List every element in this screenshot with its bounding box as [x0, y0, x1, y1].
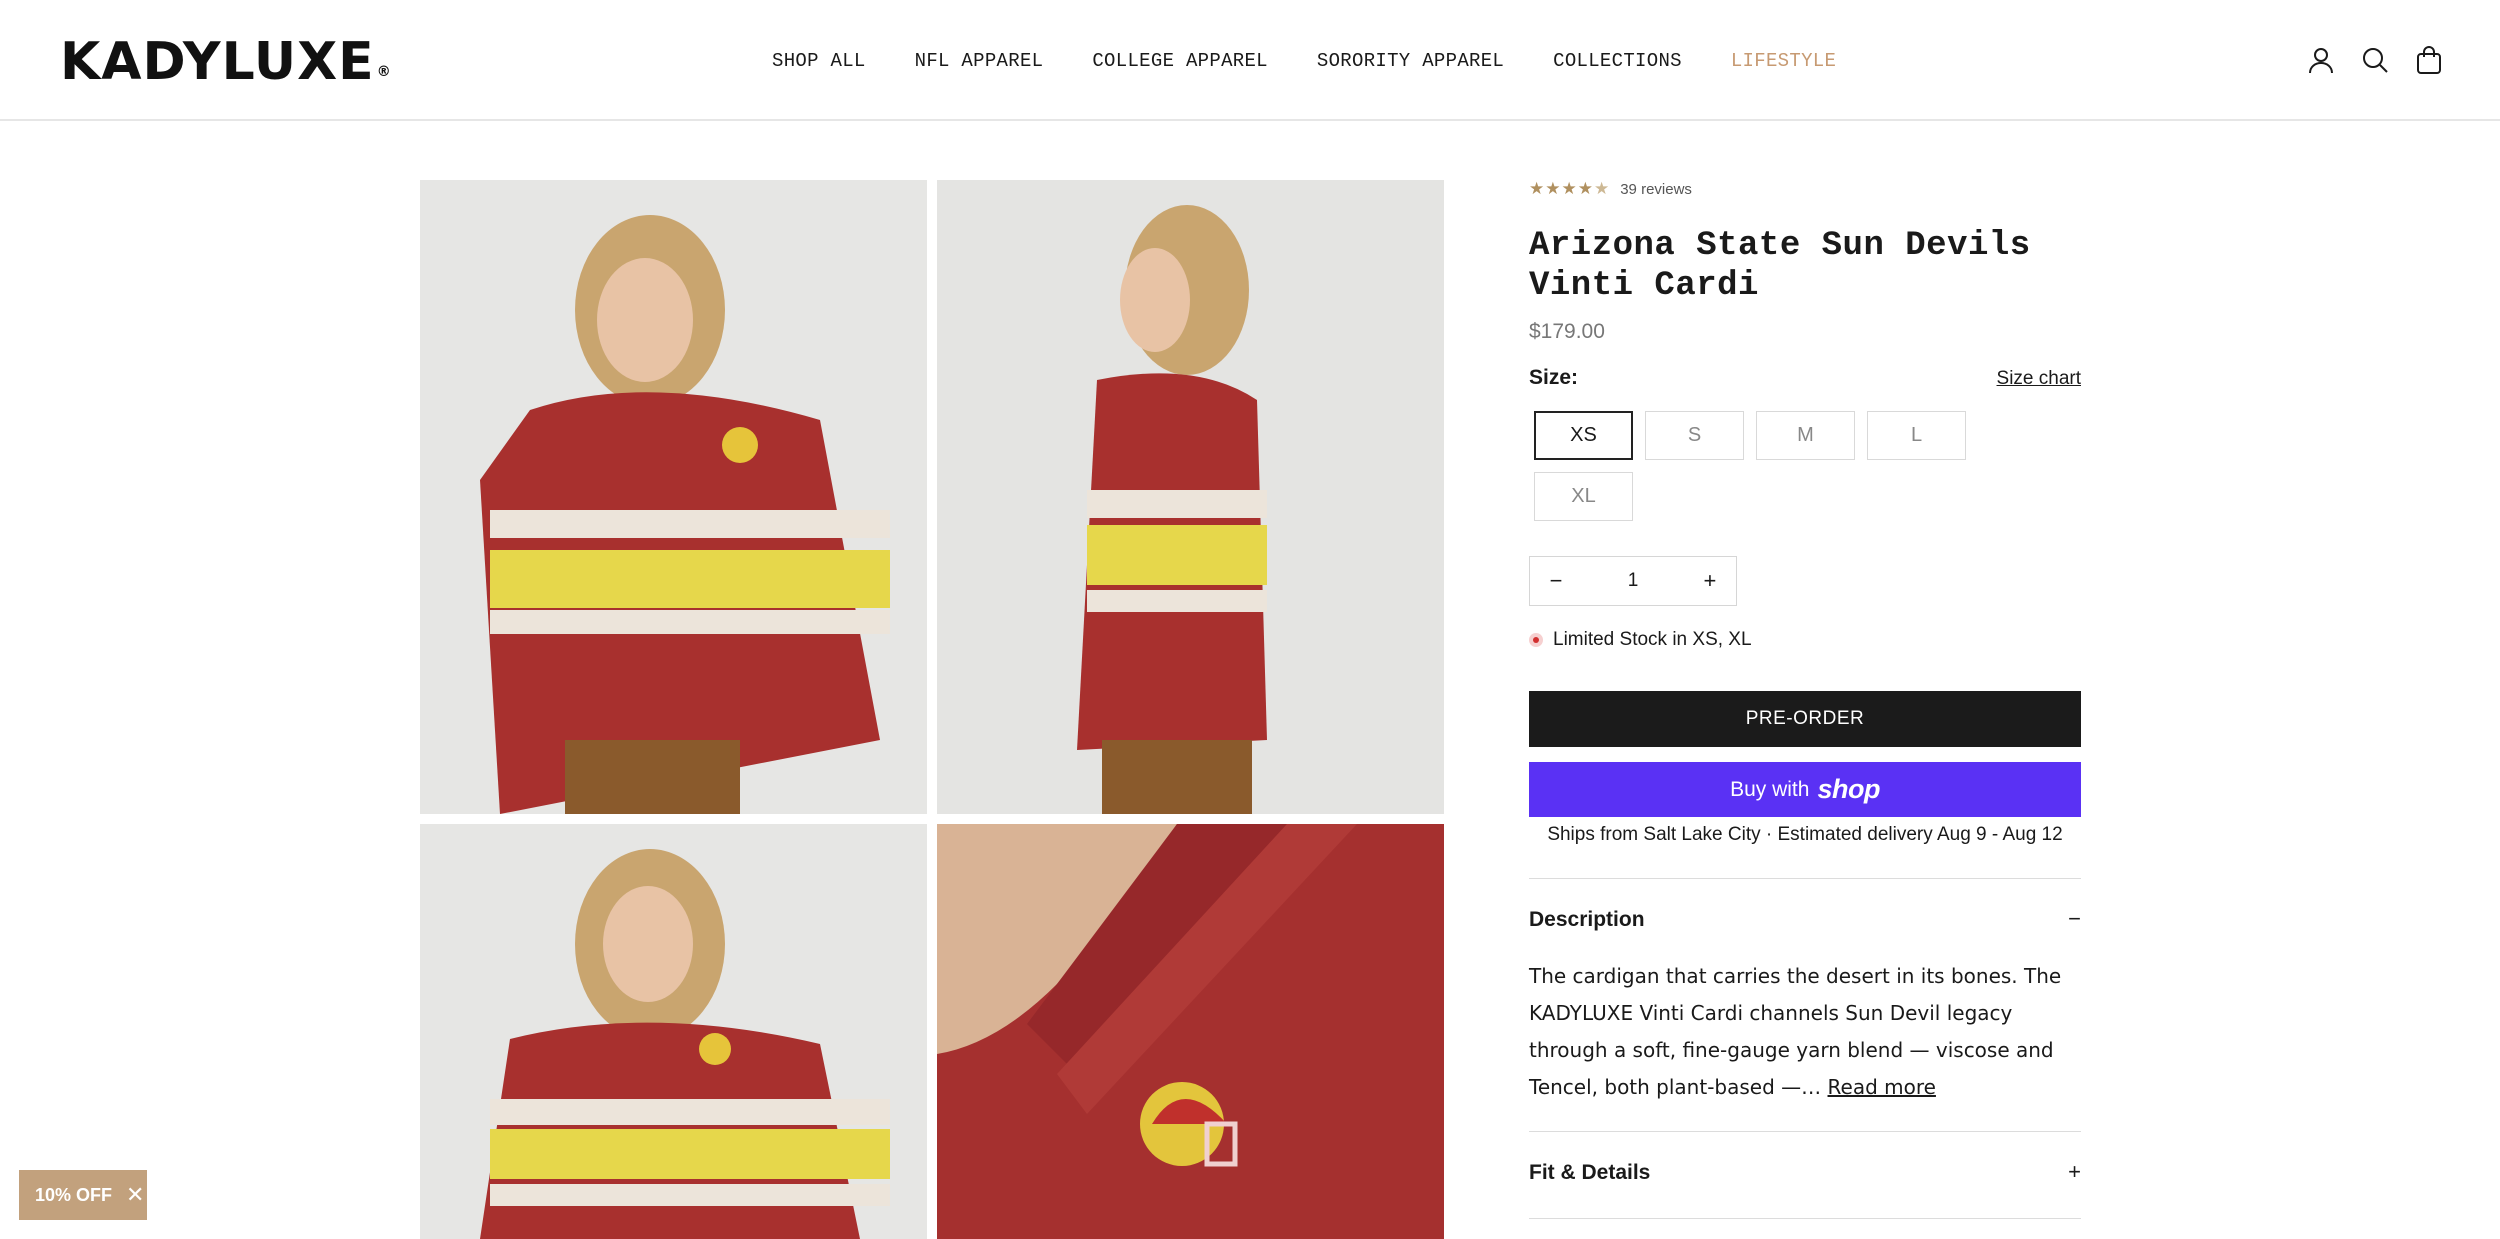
stock-status: Limited Stock in XS, XL [1529, 628, 1752, 652]
product-info: ★★★★★ 39 reviews Arizona State Sun Devil… [1529, 176, 2081, 1219]
qty-increase-button[interactable]: + [1698, 568, 1722, 594]
quantity-input[interactable]: 1 [1628, 570, 1639, 592]
size-label: Size: [1529, 366, 1579, 389]
review-count[interactable]: 39 reviews [1620, 181, 1692, 198]
description-accordion-title[interactable]: Description [1529, 908, 1645, 932]
close-icon[interactable]: ✕ [126, 1182, 144, 1208]
nav-sorority-apparel[interactable]: SORORITY APPAREL [1317, 48, 1504, 74]
fit-details-accordion-title[interactable]: Fit & Details [1529, 1161, 1650, 1185]
shop-pay-logo: shop [1817, 774, 1880, 804]
half-star-icon: ★ [1593, 179, 1611, 198]
product-description: The cardigan that carries the desert in … [1529, 964, 2062, 1099]
product-title: Arizona State Sun Devils Vinti Cardi [1529, 227, 2031, 305]
product-photo-front-2[interactable] [420, 824, 927, 1239]
size-chart-link[interactable]: Size chart [1997, 368, 2081, 390]
nav-collections[interactable]: COLLECTIONS [1553, 48, 1682, 74]
account-icon[interactable] [2307, 45, 2335, 75]
search-icon[interactable] [2361, 45, 2389, 75]
size-option-s[interactable]: S [1645, 411, 1744, 460]
qty-decrease-button[interactable]: − [1544, 568, 1568, 594]
preorder-button[interactable]: PRE-ORDER [1529, 691, 2081, 747]
nav-college-apparel[interactable]: COLLEGE APPAREL [1092, 48, 1268, 74]
brand-logo[interactable]: KADYLUXE ® [60, 32, 392, 92]
size-option-m[interactable]: M [1756, 411, 1855, 460]
stock-text: Limited Stock in XS, XL [1553, 629, 1752, 650]
nav-nfl-apparel[interactable]: NFL APPAREL [915, 48, 1044, 74]
size-options: XS S M L XL [1534, 411, 1974, 521]
product-photo-detail[interactable] [937, 824, 1444, 1239]
quantity-stepper: − 1 + [1529, 556, 1737, 606]
size-header: Size: Size chart [1529, 366, 2081, 392]
product-photo-front[interactable] [420, 180, 927, 814]
size-option-xs[interactable]: XS [1534, 411, 1633, 460]
product-gallery [420, 180, 1444, 1239]
rating-stars: ★★★★★ [1529, 179, 1611, 198]
header-icons [2307, 45, 2443, 75]
shipping-estimate: Ships from Salt Lake City · Estimated de… [1547, 824, 2063, 845]
size-option-l[interactable]: L [1867, 411, 1966, 460]
discount-badge[interactable]: 10% OFF ✕ [19, 1170, 147, 1220]
discount-label: 10% OFF [35, 1184, 113, 1205]
site-header: KADYLUXE ® SHOP ALL NFL APPAREL COLLEGE A… [0, 0, 2500, 121]
shop-pay-button[interactable]: Buy with shop [1529, 762, 2081, 817]
cart-bag-icon[interactable] [2415, 45, 2443, 75]
rating-row[interactable]: ★★★★★ 39 reviews [1529, 176, 2081, 202]
divider [1529, 878, 2081, 879]
read-more-link[interactable]: Read more [1828, 1075, 1936, 1099]
shop-pay-prefix: Buy with [1730, 777, 1810, 801]
divider [1529, 1131, 2081, 1132]
registered-mark: ® [376, 64, 392, 80]
product-price: $179.00 [1529, 320, 1605, 343]
collapse-icon[interactable]: − [2068, 906, 2081, 932]
size-option-xl[interactable]: XL [1534, 472, 1633, 521]
stock-indicator-icon [1529, 633, 1543, 647]
divider [1529, 1218, 2081, 1219]
expand-icon[interactable]: + [2068, 1159, 2081, 1185]
nav-lifestyle[interactable]: LIFESTYLE [1731, 48, 1836, 74]
product-photo-side[interactable] [937, 180, 1444, 814]
nav-shop-all[interactable]: SHOP ALL [772, 48, 866, 74]
main-nav: SHOP ALL NFL APPAREL COLLEGE APPAREL SOR… [772, 48, 1836, 74]
